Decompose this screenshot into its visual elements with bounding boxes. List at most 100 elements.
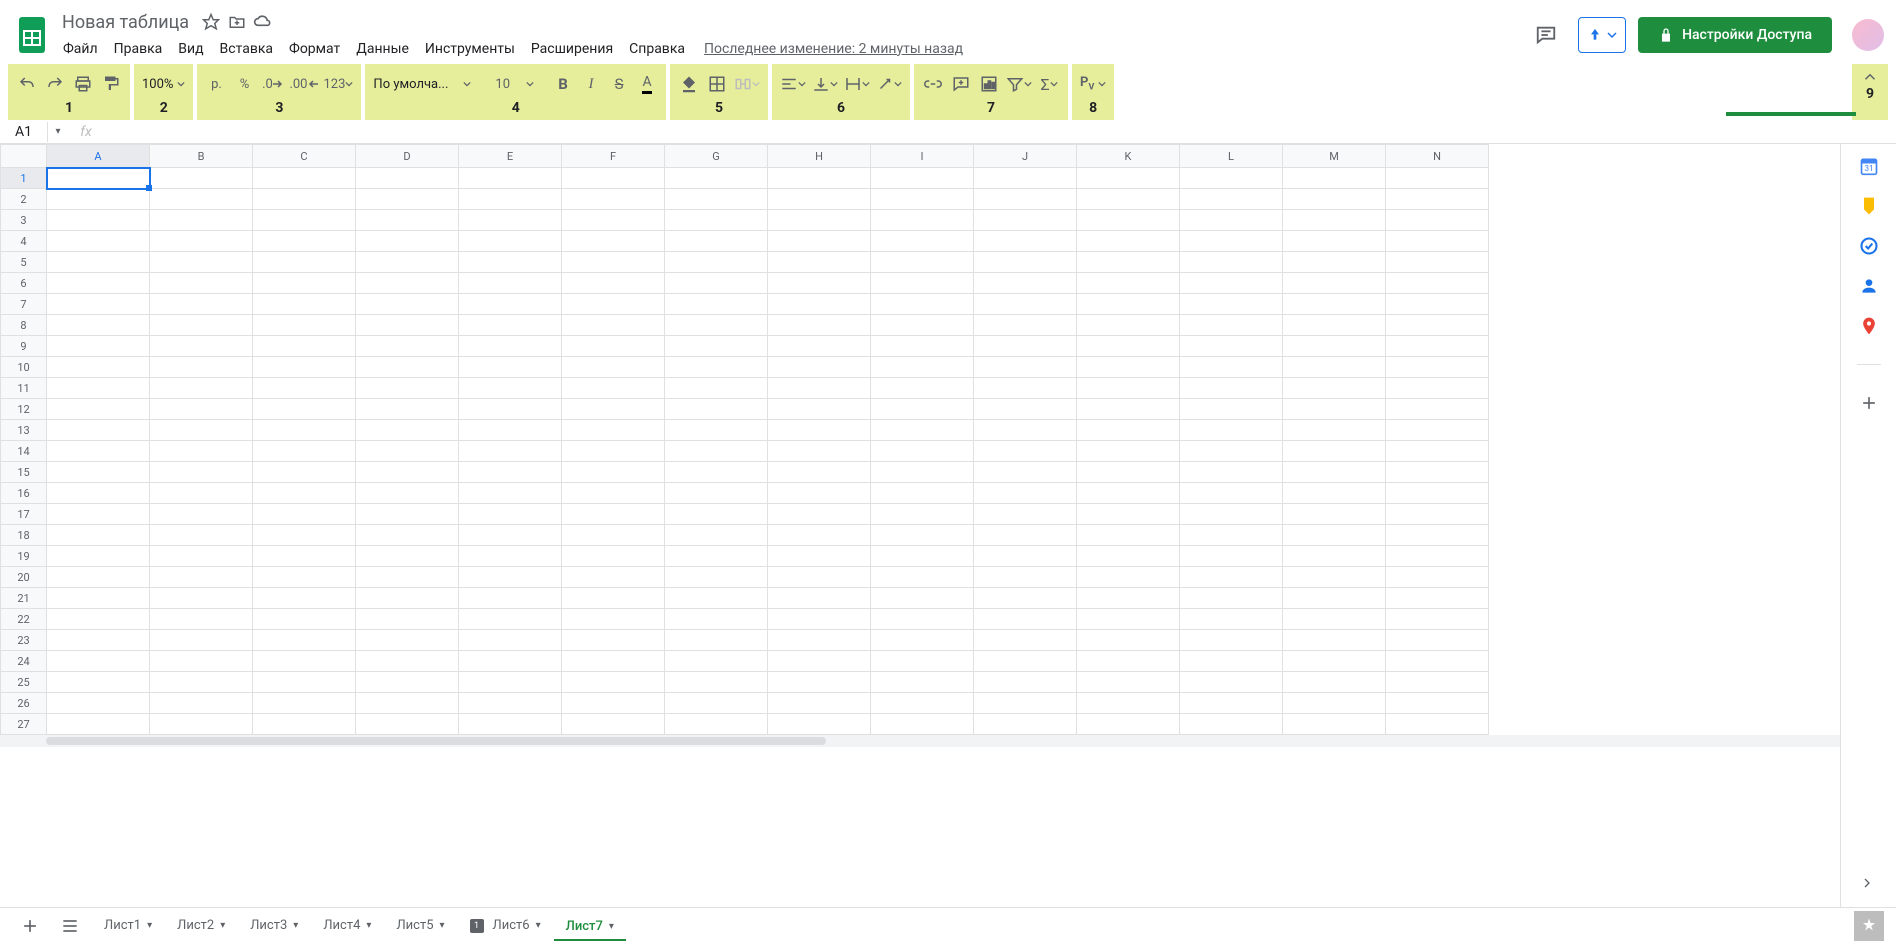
add-addon-icon[interactable]: [1859, 393, 1879, 413]
cell-N6[interactable]: [1386, 273, 1489, 294]
row-header-14[interactable]: 14: [1, 441, 47, 462]
cell-B1[interactable]: [150, 168, 253, 189]
cell-K18[interactable]: [1077, 525, 1180, 546]
cell-L19[interactable]: [1180, 546, 1283, 567]
sheets-logo[interactable]: [12, 15, 52, 55]
cell-K26[interactable]: [1077, 693, 1180, 714]
cell-F26[interactable]: [562, 693, 665, 714]
cell-D5[interactable]: [356, 252, 459, 273]
cell-C21[interactable]: [253, 588, 356, 609]
cell-J22[interactable]: [974, 609, 1077, 630]
cell-E22[interactable]: [459, 609, 562, 630]
column-header-B[interactable]: B: [150, 145, 253, 168]
name-box-dropdown[interactable]: ▾: [48, 126, 68, 137]
cell-H16[interactable]: [768, 483, 871, 504]
cell-L13[interactable]: [1180, 420, 1283, 441]
cell-E9[interactable]: [459, 336, 562, 357]
cell-A3[interactable]: [47, 210, 150, 231]
calendar-icon[interactable]: 31: [1859, 156, 1879, 176]
text-color-button[interactable]: A: [634, 71, 660, 97]
cell-A8[interactable]: [47, 315, 150, 336]
cell-L21[interactable]: [1180, 588, 1283, 609]
cell-A22[interactable]: [47, 609, 150, 630]
cell-K3[interactable]: [1077, 210, 1180, 231]
cell-M8[interactable]: [1283, 315, 1386, 336]
cell-B23[interactable]: [150, 630, 253, 651]
cell-G25[interactable]: [665, 672, 768, 693]
cell-K16[interactable]: [1077, 483, 1180, 504]
insert-link-button[interactable]: [920, 71, 946, 97]
cell-D4[interactable]: [356, 231, 459, 252]
cell-I16[interactable]: [871, 483, 974, 504]
cell-J8[interactable]: [974, 315, 1077, 336]
cell-D11[interactable]: [356, 378, 459, 399]
cell-D7[interactable]: [356, 294, 459, 315]
cell-D16[interactable]: [356, 483, 459, 504]
cell-K2[interactable]: [1077, 189, 1180, 210]
cell-C23[interactable]: [253, 630, 356, 651]
cell-D20[interactable]: [356, 567, 459, 588]
column-header-G[interactable]: G: [665, 145, 768, 168]
cell-G5[interactable]: [665, 252, 768, 273]
fill-color-button[interactable]: [676, 71, 702, 97]
cell-K1[interactable]: [1077, 168, 1180, 189]
cell-G21[interactable]: [665, 588, 768, 609]
cell-D24[interactable]: [356, 651, 459, 672]
cell-H15[interactable]: [768, 462, 871, 483]
row-header-25[interactable]: 25: [1, 672, 47, 693]
cell-I7[interactable]: [871, 294, 974, 315]
cell-C17[interactable]: [253, 504, 356, 525]
cell-B16[interactable]: [150, 483, 253, 504]
cell-G17[interactable]: [665, 504, 768, 525]
cell-I20[interactable]: [871, 567, 974, 588]
cell-I21[interactable]: [871, 588, 974, 609]
tasks-icon[interactable]: [1859, 236, 1879, 256]
cell-B15[interactable]: [150, 462, 253, 483]
cell-N4[interactable]: [1386, 231, 1489, 252]
cell-N23[interactable]: [1386, 630, 1489, 651]
cell-E19[interactable]: [459, 546, 562, 567]
cell-N3[interactable]: [1386, 210, 1489, 231]
cell-E1[interactable]: [459, 168, 562, 189]
cell-A25[interactable]: [47, 672, 150, 693]
cell-K6[interactable]: [1077, 273, 1180, 294]
cell-C4[interactable]: [253, 231, 356, 252]
cell-M1[interactable]: [1283, 168, 1386, 189]
cell-F19[interactable]: [562, 546, 665, 567]
cell-A6[interactable]: [47, 273, 150, 294]
italic-button[interactable]: I: [578, 71, 604, 97]
column-header-C[interactable]: C: [253, 145, 356, 168]
cell-J25[interactable]: [974, 672, 1077, 693]
toolbar-collapse[interactable]: 9: [1852, 64, 1888, 120]
cell-M4[interactable]: [1283, 231, 1386, 252]
cell-K12[interactable]: [1077, 399, 1180, 420]
cell-G13[interactable]: [665, 420, 768, 441]
cell-G1[interactable]: [665, 168, 768, 189]
cell-A24[interactable]: [47, 651, 150, 672]
cell-A7[interactable]: [47, 294, 150, 315]
font-select[interactable]: По умолча...: [371, 71, 473, 97]
maps-icon[interactable]: [1859, 316, 1879, 336]
undo-button[interactable]: [14, 71, 40, 97]
column-header-H[interactable]: H: [768, 145, 871, 168]
cell-F27[interactable]: [562, 714, 665, 735]
cell-G16[interactable]: [665, 483, 768, 504]
cell-H7[interactable]: [768, 294, 871, 315]
cell-J20[interactable]: [974, 567, 1077, 588]
cell-B4[interactable]: [150, 231, 253, 252]
filter-button[interactable]: [1004, 71, 1034, 97]
cell-E24[interactable]: [459, 651, 562, 672]
cell-M26[interactable]: [1283, 693, 1386, 714]
row-header-20[interactable]: 20: [1, 567, 47, 588]
functions-button[interactable]: Σ: [1036, 71, 1062, 97]
cell-A12[interactable]: [47, 399, 150, 420]
row-header-10[interactable]: 10: [1, 357, 47, 378]
cell-I12[interactable]: [871, 399, 974, 420]
cell-K25[interactable]: [1077, 672, 1180, 693]
cell-E3[interactable]: [459, 210, 562, 231]
cell-J18[interactable]: [974, 525, 1077, 546]
cell-I6[interactable]: [871, 273, 974, 294]
cell-H21[interactable]: [768, 588, 871, 609]
cell-B24[interactable]: [150, 651, 253, 672]
cell-I26[interactable]: [871, 693, 974, 714]
